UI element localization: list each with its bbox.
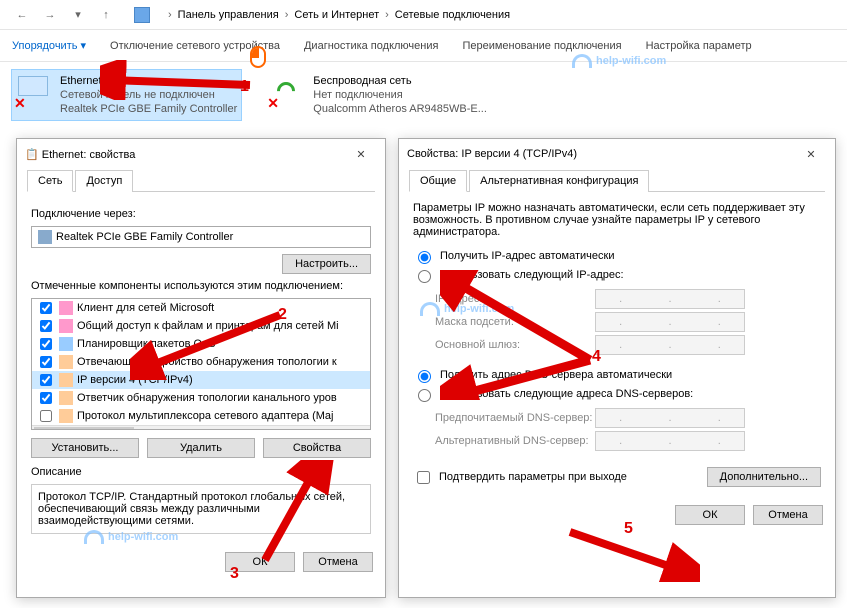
connection-name: Ethernet <box>60 74 237 88</box>
ok-button[interactable]: ОК <box>675 505 745 525</box>
dns2-label: Альтернативный DNS-сервер: <box>435 435 595 447</box>
cursor-annotation-icon <box>250 46 270 72</box>
close-icon[interactable]: ✕ <box>343 143 379 165</box>
nav-dropdown-icon[interactable]: ▾ <box>68 5 88 25</box>
settings-link[interactable]: Настройка параметр <box>646 40 752 52</box>
breadcrumb[interactable]: › Панель управления › Сеть и Интернет › … <box>166 9 510 21</box>
rename-link[interactable]: Переименование подключения <box>462 40 621 52</box>
connection-status: Нет подключения <box>313 88 487 102</box>
list-item: Общий доступ к файлам и принтерам для се… <box>32 317 370 335</box>
service-icon <box>59 319 73 333</box>
nav-forward-icon[interactable]: → <box>40 5 60 25</box>
scrollbar-horizontal[interactable]: ▸ <box>32 425 370 430</box>
tab-general[interactable]: Общие <box>409 170 467 192</box>
connect-via-label: Подключение через: <box>31 208 371 220</box>
install-button[interactable]: Установить... <box>31 438 139 458</box>
connection-device: Realtek PCIe GBE Family Controller <box>60 102 237 116</box>
nic-icon <box>38 230 52 244</box>
tab-network[interactable]: Сеть <box>27 170 73 192</box>
protocol-icon <box>59 373 73 387</box>
command-bar: Упорядочить ▾ Отключение сетевого устрой… <box>0 30 847 62</box>
address-bar: ← → ▾ ↑ › Панель управления › Сеть и Инт… <box>0 0 847 30</box>
connection-wifi[interactable]: ✕ Беспроводная сеть Нет подключения Qual… <box>265 70 491 120</box>
connection-ethernet[interactable]: ✕ Ethernet Сетевой кабель не подключен R… <box>12 70 241 120</box>
radio-dns-manual[interactable]: Использовать следующие адреса DNS-сервер… <box>413 386 821 402</box>
nav-back-icon[interactable]: ← <box>12 5 32 25</box>
list-item-ipv4: IP версии 4 (TCP/IPv4) <box>32 371 370 389</box>
protocol-icon <box>59 391 73 405</box>
description-text: Протокол TCP/IP. Стандартный протокол гл… <box>31 484 371 534</box>
gateway-field: ... <box>595 335 745 355</box>
ipv4-properties-dialog: Свойства: IP версии 4 (TCP/IPv4) ✕ Общие… <box>398 138 836 598</box>
description-label: Описание <box>31 466 371 478</box>
radio-ip-auto[interactable]: Получить IP-адрес автоматически <box>413 248 821 264</box>
configure-button[interactable]: Настроить... <box>282 254 371 274</box>
close-icon[interactable]: ✕ <box>793 143 829 165</box>
cancel-button[interactable]: Отмена <box>303 552 373 572</box>
components-label: Отмеченные компоненты используются этим … <box>31 280 371 292</box>
tab-access[interactable]: Доступ <box>75 170 133 192</box>
list-item: Клиент для сетей Microsoft <box>32 299 370 317</box>
subnet-mask-label: Маска подсети: <box>435 316 595 328</box>
intro-text: Параметры IP можно назначать автоматичес… <box>413 202 821 238</box>
service-icon <box>59 337 73 351</box>
list-item: Планировщик пакетов QoS <box>32 335 370 353</box>
connections-panel: ✕ Ethernet Сетевой кабель не подключен R… <box>0 62 847 128</box>
protocol-icon <box>59 409 73 423</box>
diagnose-link[interactable]: Диагностика подключения <box>304 40 438 52</box>
dns2-field: ... <box>595 431 745 451</box>
list-item: Протокол мультиплексора сетевого адаптер… <box>32 407 370 425</box>
cancel-button[interactable]: Отмена <box>753 505 823 525</box>
adapter-field: Realtek PCIe GBE Family Controller <box>31 226 371 248</box>
protocol-icon <box>59 355 73 369</box>
connection-device: Qualcomm Atheros AR9485WB-E... <box>313 102 487 116</box>
ip-address-field: ... <box>595 289 745 309</box>
connection-name: Беспроводная сеть <box>313 74 487 88</box>
dialog-title: 📋 Ethernet: свойства <box>25 148 135 161</box>
dialog-title: Свойства: IP версии 4 (TCP/IPv4) <box>407 148 577 160</box>
connection-status: Сетевой кабель не подключен <box>60 88 237 102</box>
radio-dns-auto[interactable]: Получить адрес DNS-сервера автоматически <box>413 367 821 383</box>
validate-checkbox[interactable]: Подтвердить параметры при выходе <box>413 468 627 487</box>
organize-menu[interactable]: Упорядочить ▾ <box>12 39 86 52</box>
nav-up-icon[interactable]: ↑ <box>96 5 116 25</box>
breadcrumb-l1[interactable]: Сеть и Интернет <box>294 9 379 21</box>
ok-button[interactable]: ОК <box>225 552 295 572</box>
subnet-mask-field: ... <box>595 312 745 332</box>
wifi-icon: ✕ <box>269 74 305 110</box>
dns1-field: ... <box>595 408 745 428</box>
service-icon <box>59 301 73 315</box>
control-panel-icon <box>134 7 150 23</box>
advanced-button[interactable]: Дополнительно... <box>707 467 821 487</box>
list-item: Отвечающее устройство обнаружения тополо… <box>32 353 370 371</box>
dns1-label: Предпочитаемый DNS-сервер: <box>435 412 595 424</box>
ethernet-properties-dialog: 📋 Ethernet: свойства ✕ Сеть Доступ Подкл… <box>16 138 386 598</box>
ip-address-label: IP-адрес: <box>435 293 595 305</box>
radio-ip-manual[interactable]: Использовать следующий IP-адрес: <box>413 267 821 283</box>
uninstall-button[interactable]: Удалить <box>147 438 255 458</box>
tab-alt-config[interactable]: Альтернативная конфигурация <box>469 170 649 192</box>
components-listbox[interactable]: Клиент для сетей Microsoft Общий доступ … <box>31 298 371 430</box>
breadcrumb-root[interactable]: Панель управления <box>178 9 279 21</box>
gateway-label: Основной шлюз: <box>435 339 595 351</box>
list-item: Ответчик обнаружения топологии канальног… <box>32 389 370 407</box>
breadcrumb-l2[interactable]: Сетевые подключения <box>395 9 510 21</box>
ethernet-icon: ✕ <box>16 74 52 110</box>
properties-button[interactable]: Свойства <box>263 438 371 458</box>
